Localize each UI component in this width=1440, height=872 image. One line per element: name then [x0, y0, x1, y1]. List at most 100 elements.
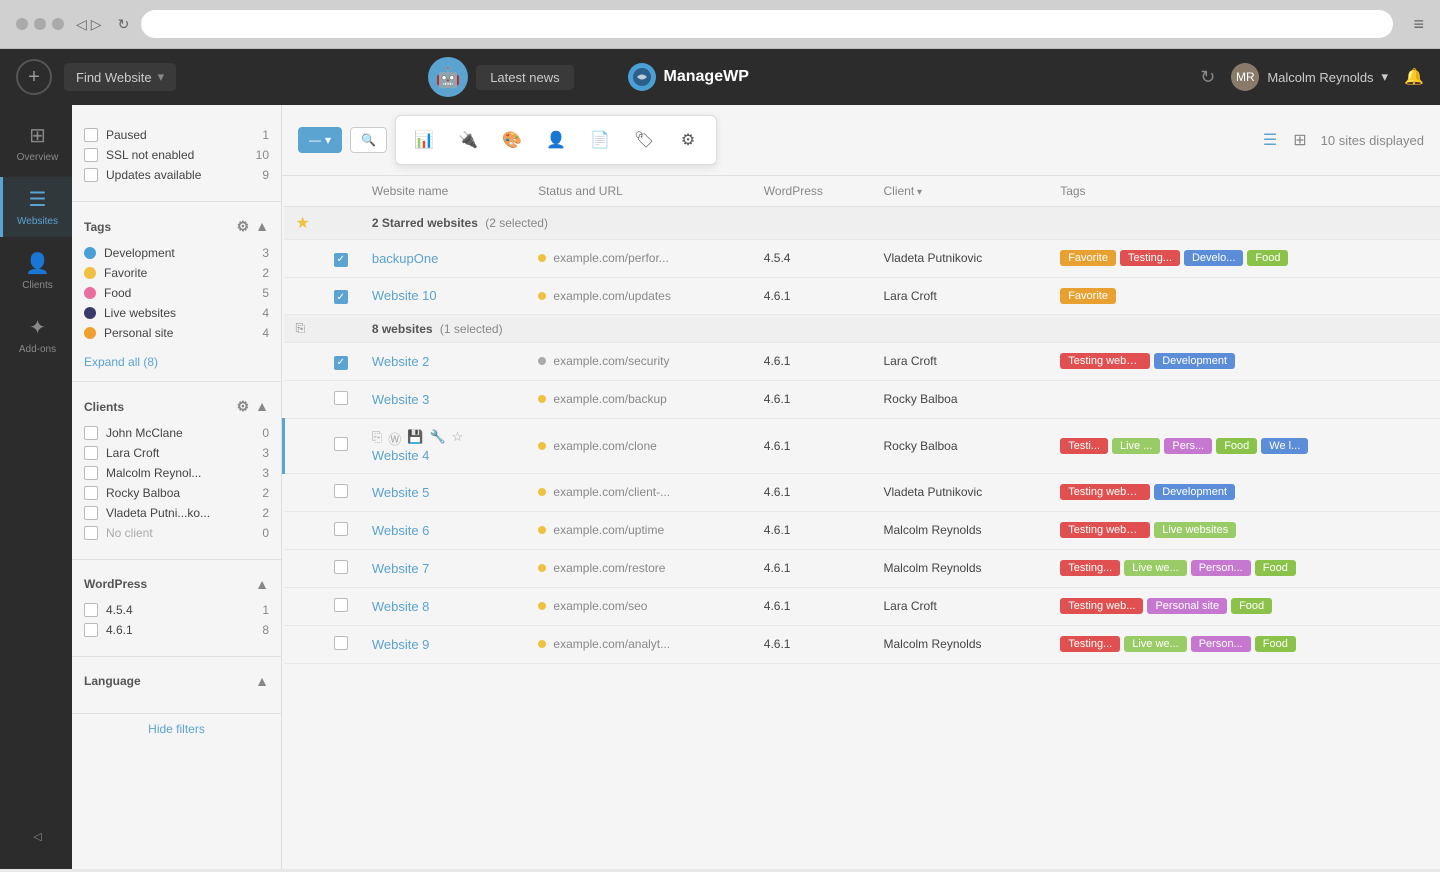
tag-badge[interactable]: Food [1255, 560, 1296, 576]
browser-back[interactable]: ◁ [76, 16, 87, 33]
browser-menu-icon[interactable]: ≡ [1413, 14, 1424, 35]
tag-badge[interactable]: Development [1154, 484, 1235, 500]
site-check-col[interactable]: ✓ [322, 277, 360, 315]
tag-badge[interactable]: Develo... [1184, 250, 1243, 266]
tag-badge[interactable]: Food [1255, 636, 1296, 652]
tag-badge[interactable]: Testing... [1120, 250, 1180, 266]
filter-updates[interactable]: Updates available 9 [84, 165, 269, 185]
clients-settings-icon[interactable]: ⚙ [237, 398, 250, 415]
site-name-link[interactable]: Website 4 [372, 448, 430, 463]
site-action-clone[interactable]: ⎘ [372, 429, 382, 448]
sidebar-item-hide-filters[interactable]: ◁ [22, 820, 49, 853]
site-name-link[interactable]: Website 7 [372, 561, 430, 576]
filter-tag-favorite[interactable]: Favorite 2 [84, 263, 269, 283]
vladeta-checkbox[interactable] [84, 506, 98, 520]
sidebar-item-websites[interactable]: ☰ Websites [0, 177, 72, 237]
refresh-button[interactable]: ↻ [1200, 67, 1215, 88]
tag-badge[interactable]: Testing... [1060, 636, 1120, 652]
filter-ssl[interactable]: SSL not enabled 10 [84, 145, 269, 165]
expand-all-button[interactable]: Expand all (8) [72, 351, 281, 373]
filter-tag-food[interactable]: Food 5 [84, 283, 269, 303]
site-name-link[interactable]: Website 10 [372, 288, 437, 303]
site-checkbox[interactable]: ✓ [334, 290, 348, 304]
site-name-link[interactable]: Website 9 [372, 637, 430, 652]
site-checkbox[interactable] [334, 391, 348, 405]
tag-badge[interactable]: Live we... [1124, 636, 1186, 652]
tag-badge[interactable]: We l... [1261, 438, 1308, 454]
site-check-col[interactable] [322, 418, 360, 473]
site-check-col[interactable] [322, 625, 360, 663]
th-client[interactable]: Client [871, 176, 1048, 207]
find-website-dropdown[interactable]: Find Website ▾ [64, 63, 176, 91]
site-name-link[interactable]: Website 2 [372, 354, 430, 369]
pages-action-button[interactable]: 📄 [584, 124, 616, 156]
browser-refresh[interactable]: ↻ [118, 16, 130, 33]
tag-badge[interactable]: Food [1247, 250, 1288, 266]
filter-client-lara[interactable]: Lara Croft 3 [84, 443, 269, 463]
updates-checkbox[interactable] [84, 168, 98, 182]
tag-badge[interactable]: Personal site [1147, 598, 1227, 614]
tag-badge[interactable]: Live ... [1112, 438, 1160, 454]
wp461-checkbox[interactable] [84, 623, 98, 637]
browser-addressbar[interactable] [141, 10, 1393, 38]
site-name-link[interactable]: Website 5 [372, 485, 430, 500]
browser-nav[interactable]: ◁ ▷ [76, 16, 102, 33]
site-name-link[interactable]: Website 6 [372, 523, 430, 538]
list-view-button[interactable]: ☰ [1257, 126, 1283, 154]
site-checkbox[interactable] [334, 484, 348, 498]
filter-wp-461[interactable]: 4.6.1 8 [84, 620, 269, 640]
filter-paused[interactable]: Paused 1 [84, 125, 269, 145]
sidebar-item-overview[interactable]: ⊞ Overview [0, 113, 72, 173]
site-checkbox[interactable] [334, 598, 348, 612]
tag-badge[interactable]: Testing websites [1060, 353, 1150, 369]
tag-badge[interactable]: Pers... [1164, 438, 1212, 454]
tag-badge[interactable]: Favorite [1060, 250, 1116, 266]
tag-badge[interactable]: Food [1216, 438, 1257, 454]
site-action-wp[interactable]: Ⓦ [388, 429, 401, 448]
site-checkbox[interactable] [334, 560, 348, 574]
site-check-col[interactable] [322, 380, 360, 418]
site-check-col[interactable] [322, 549, 360, 587]
hide-filters-button[interactable]: Hide filters [72, 713, 281, 744]
malcolm-checkbox[interactable] [84, 466, 98, 480]
filter-wp-454[interactable]: 4.5.4 1 [84, 600, 269, 620]
notification-bell-button[interactable]: 🔔 [1404, 67, 1424, 87]
latest-news-button[interactable]: Latest news [476, 65, 573, 90]
action-dropdown-button[interactable]: — ▾ [298, 127, 342, 153]
tag-badge[interactable]: Testing websites [1060, 522, 1150, 538]
noclient-checkbox[interactable] [84, 526, 98, 540]
tags-collapse-icon[interactable]: ▲ [255, 218, 269, 235]
clients-collapse-icon[interactable]: ▲ [255, 398, 269, 415]
grid-view-button[interactable]: ⊞ [1287, 126, 1312, 154]
site-name-link[interactable]: backupOne [372, 251, 439, 266]
john-checkbox[interactable] [84, 426, 98, 440]
site-check-col[interactable] [322, 587, 360, 625]
tag-badge[interactable]: Testing... [1060, 560, 1120, 576]
tag-badge[interactable]: Testi... [1060, 438, 1108, 454]
site-checkbox[interactable] [334, 522, 348, 536]
sidebar-item-addons[interactable]: ✦ Add-ons [0, 305, 72, 365]
site-check-col[interactable]: ✓ [322, 240, 360, 278]
plugins-action-button[interactable]: 🔌 [452, 124, 484, 156]
filter-tag-live-websites[interactable]: Live websites 4 [84, 303, 269, 323]
language-collapse-icon[interactable]: ▲ [255, 673, 269, 689]
filter-client-john[interactable]: John McClane 0 [84, 423, 269, 443]
site-check-col[interactable] [322, 473, 360, 511]
themes-action-button[interactable]: 🎨 [496, 124, 528, 156]
tag-badge[interactable]: Live we... [1124, 560, 1186, 576]
user-dropdown[interactable]: MR Malcolm Reynolds ▾ [1231, 63, 1388, 91]
site-name-link[interactable]: Website 8 [372, 599, 430, 614]
filter-client-vladeta[interactable]: Vladeta Putni...ko... 2 [84, 503, 269, 523]
ssl-checkbox[interactable] [84, 148, 98, 162]
add-site-button[interactable]: + [16, 59, 52, 95]
filter-tag-personal[interactable]: Personal site 4 [84, 323, 269, 343]
tag-badge[interactable]: Testing web... [1060, 598, 1143, 614]
site-check-col[interactable] [322, 511, 360, 549]
tag-badge[interactable]: Live websites [1154, 522, 1236, 538]
users-action-button[interactable]: 👤 [540, 124, 572, 156]
site-checkbox[interactable]: ✓ [334, 253, 348, 267]
wordpress-collapse-icon[interactable]: ▲ [255, 576, 269, 592]
tag-badge[interactable]: Testing websites [1060, 484, 1150, 500]
search-button[interactable]: 🔍 [350, 127, 387, 153]
tag-badge[interactable]: Favorite [1060, 288, 1116, 304]
